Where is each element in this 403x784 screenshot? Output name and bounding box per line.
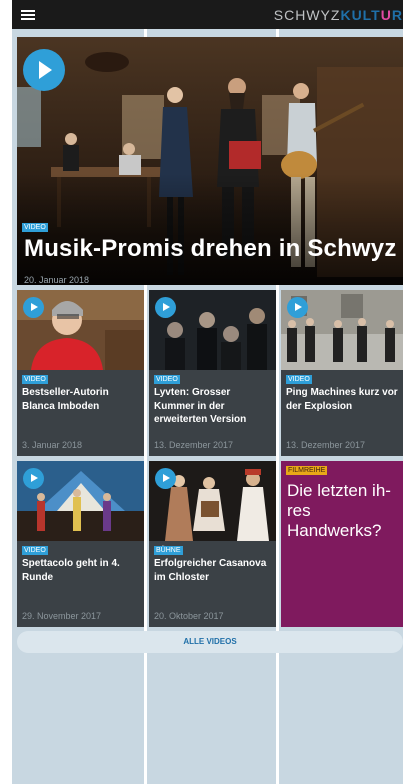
all-videos-button[interactable]: ALLE VIDEOS bbox=[17, 631, 403, 653]
hero-tag: VIDEO bbox=[22, 223, 48, 232]
card-title[interactable]: Erfolgreicher Casanova im Chloster bbox=[154, 557, 272, 584]
video-card[interactable]: VIDEO Bestseller-Autorin Blanca Imboden … bbox=[17, 290, 144, 456]
play-icon[interactable] bbox=[155, 468, 176, 489]
play-icon[interactable] bbox=[155, 297, 176, 318]
play-icon[interactable] bbox=[23, 468, 44, 489]
hero-teaser[interactable]: VIDEO Musik-Promis drehen in Schwyz 20. … bbox=[17, 37, 403, 285]
card-title[interactable]: Bestseller-Autorin Blanca Imboden bbox=[22, 386, 140, 413]
video-card[interactable]: BÜHNE Erfolgreicher Casanova im Chloster… bbox=[149, 461, 276, 627]
play-icon[interactable] bbox=[287, 297, 308, 318]
card-title[interactable]: Spettacolo geht in 4. Runde bbox=[22, 557, 140, 584]
hero-date: 20. Januar 2018 bbox=[24, 275, 90, 285]
card-tag: FILMREIHE bbox=[286, 466, 328, 475]
card-tag: VIDEO bbox=[286, 375, 312, 384]
card-date: 29. November 2017 bbox=[22, 611, 102, 621]
card-tag: VIDEO bbox=[22, 546, 48, 555]
brand-logo[interactable]: SCHWYZKULTUR bbox=[274, 7, 403, 23]
video-card[interactable]: VIDEO Ping Machines kurz vor der Explosi… bbox=[281, 290, 403, 456]
card-title[interactable]: Lyvten: Grosser Kummer in der erweiterte… bbox=[154, 386, 272, 427]
card-title[interactable]: Die letzten ih-res Handwerks? bbox=[287, 481, 403, 541]
card-date: 13. Dezember 2017 bbox=[286, 440, 366, 450]
play-icon[interactable] bbox=[23, 49, 65, 91]
hamburger-icon[interactable] bbox=[21, 10, 35, 20]
card-date: 13. Dezember 2017 bbox=[154, 440, 234, 450]
card-date: 3. Januar 2018 bbox=[22, 440, 83, 450]
card-tag: VIDEO bbox=[22, 375, 48, 384]
video-card[interactable]: VIDEO Lyvten: Grosser Kummer in der erwe… bbox=[149, 290, 276, 456]
film-series-card[interactable]: FILMREIHE Die letzten ih-res Handwerks? bbox=[281, 461, 403, 627]
top-bar: SCHWYZKULTUR bbox=[12, 0, 403, 29]
card-tag: VIDEO bbox=[154, 375, 180, 384]
card-tag: BÜHNE bbox=[154, 546, 183, 555]
card-title[interactable]: Ping Machines kurz vor der Explosion bbox=[286, 386, 403, 413]
play-icon[interactable] bbox=[23, 297, 44, 318]
hero-title[interactable]: Musik-Promis drehen in Schwyz bbox=[24, 235, 397, 263]
video-grid-page: VIDEO Musik-Promis drehen in Schwyz 20. … bbox=[12, 29, 403, 784]
card-date: 20. Oktober 2017 bbox=[154, 611, 224, 621]
video-card[interactable]: VIDEO Spettacolo geht in 4. Runde 29. No… bbox=[17, 461, 144, 627]
